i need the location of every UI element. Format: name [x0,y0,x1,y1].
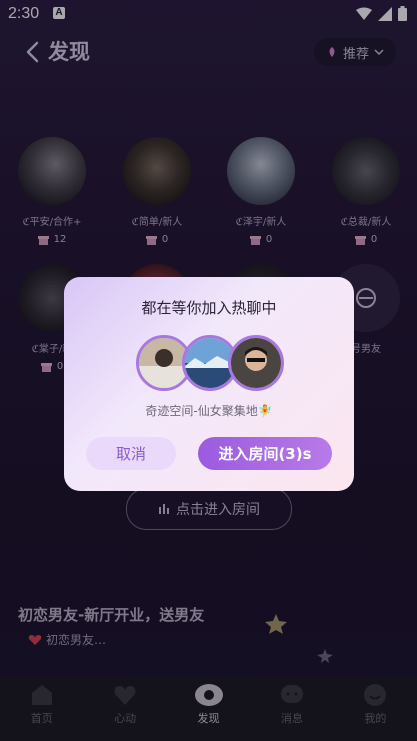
cancel-button[interactable]: 取消 [86,437,176,470]
avatar [228,335,284,391]
dialog-title: 都在等你加入热聊中 [141,299,277,317]
enter-room-countdown-button[interactable]: 进入房间(3)s [198,437,332,470]
avatar-group [136,335,284,391]
dialog-room-name: 奇迹空间-仙女聚集地🧚 [145,404,273,418]
join-room-dialog: 都在等你加入热聊中 奇迹空间-仙女聚集地🧚 取消 进入房间(3)s [64,277,354,491]
